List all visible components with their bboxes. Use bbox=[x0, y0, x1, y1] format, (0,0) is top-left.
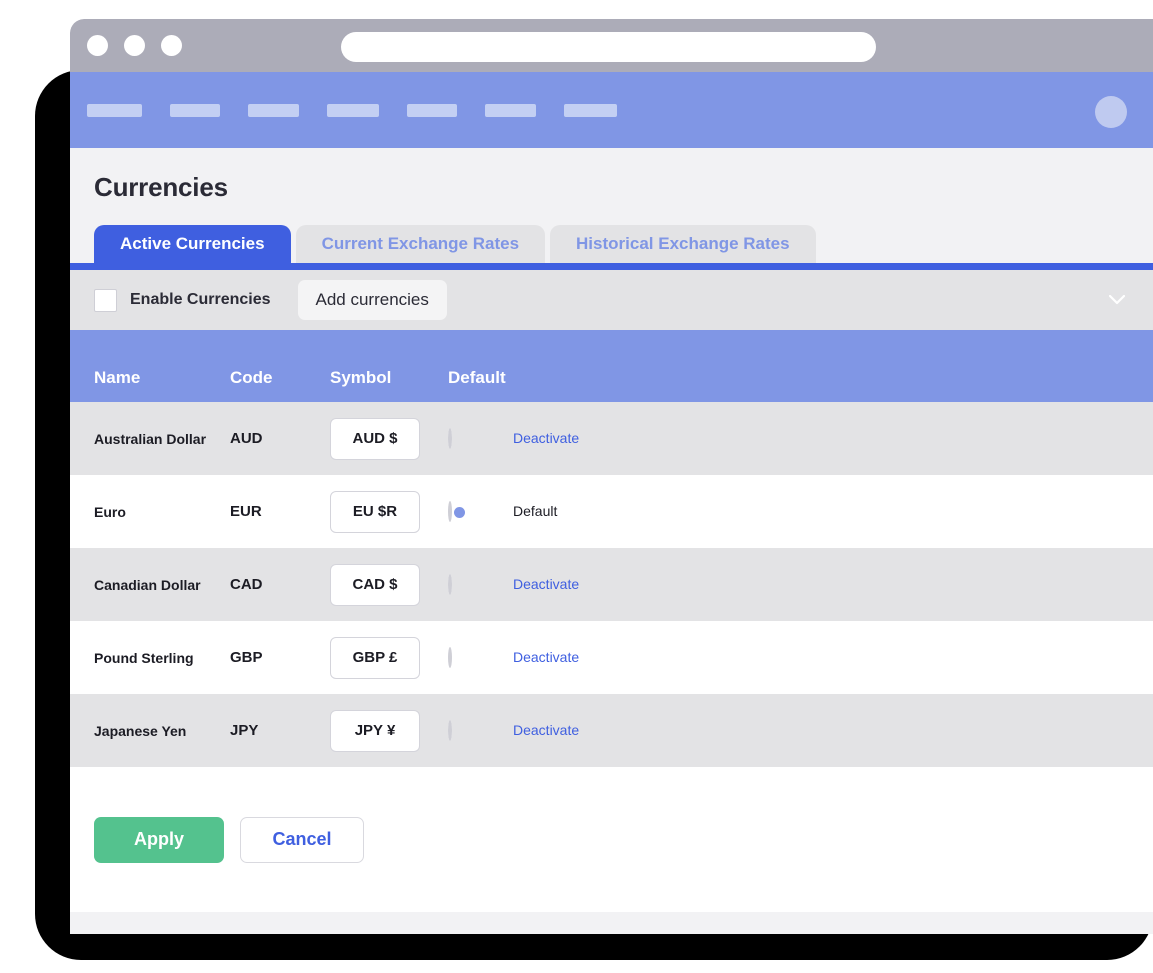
deactivate-link[interactable]: Deactivate bbox=[513, 430, 579, 446]
browser-chrome-bar bbox=[70, 19, 1153, 72]
close-dot-icon[interactable] bbox=[87, 35, 108, 56]
cell-symbol bbox=[330, 563, 448, 606]
cell-action: Deactivate bbox=[513, 722, 1153, 740]
browser-window: Currencies Active Currencies Current Exc… bbox=[70, 19, 1153, 934]
nav-item-placeholder-6[interactable] bbox=[485, 103, 536, 117]
window-controls bbox=[87, 19, 182, 72]
url-input[interactable] bbox=[341, 32, 876, 62]
footer-actions: Apply Cancel bbox=[70, 767, 1153, 912]
column-header-name: Name bbox=[94, 368, 141, 387]
symbol-input[interactable] bbox=[330, 417, 420, 460]
currencies-table: Name Code Symbol Default Australian Doll… bbox=[70, 330, 1153, 767]
nav-item-placeholder-2[interactable] bbox=[170, 103, 220, 117]
cell-code: JPY bbox=[230, 722, 259, 739]
cell-symbol bbox=[330, 490, 448, 533]
apply-button[interactable]: Apply bbox=[94, 816, 224, 863]
cell-action: Default bbox=[513, 503, 1153, 521]
cell-symbol bbox=[330, 417, 448, 460]
table-row: Japanese Yen JPY Deactivate bbox=[70, 694, 1153, 767]
cell-name: Euro bbox=[94, 503, 126, 520]
default-radio[interactable] bbox=[448, 719, 452, 741]
minimize-dot-icon[interactable] bbox=[124, 35, 145, 56]
cell-action: Deactivate bbox=[513, 576, 1153, 594]
table-header-row: Name Code Symbol Default bbox=[70, 330, 1153, 402]
nav-item-placeholder-1[interactable] bbox=[87, 103, 142, 117]
default-radio[interactable] bbox=[448, 573, 452, 595]
cell-code: CAD bbox=[230, 576, 263, 593]
nav-item-placeholder-5[interactable] bbox=[407, 103, 457, 117]
tab-label: Historical Exchange Rates bbox=[576, 234, 790, 253]
screenshot-stage: Currencies Active Currencies Current Exc… bbox=[0, 0, 1153, 973]
cell-symbol bbox=[330, 709, 448, 752]
table-row: Canadian Dollar CAD Deactivate bbox=[70, 548, 1153, 621]
table-row: Australian Dollar AUD Deactivate bbox=[70, 402, 1153, 475]
column-header-code: Code bbox=[230, 368, 273, 387]
avatar[interactable] bbox=[1095, 96, 1127, 128]
cell-default bbox=[448, 719, 513, 741]
symbol-input[interactable] bbox=[330, 709, 420, 752]
table-row: Pound Sterling GBP Deactivate bbox=[70, 621, 1153, 694]
tab-current-exchange-rates[interactable]: Current Exchange Rates bbox=[295, 225, 546, 263]
toolbar: Enable Currencies Add currencies bbox=[70, 270, 1153, 330]
default-status-label: Default bbox=[513, 502, 558, 519]
default-radio-selected[interactable] bbox=[448, 500, 452, 522]
maximize-dot-icon[interactable] bbox=[161, 35, 182, 56]
cell-action: Deactivate bbox=[513, 649, 1153, 667]
nav-item-placeholder-7[interactable] bbox=[564, 103, 617, 117]
tab-label: Current Exchange Rates bbox=[321, 234, 520, 253]
deactivate-link[interactable]: Deactivate bbox=[513, 649, 579, 665]
cell-code: EUR bbox=[230, 503, 262, 520]
default-radio[interactable] bbox=[448, 646, 452, 668]
cell-code: GBP bbox=[230, 649, 263, 666]
cell-default bbox=[448, 500, 513, 522]
deactivate-link[interactable]: Deactivate bbox=[513, 722, 579, 738]
table-row: Euro EUR Default bbox=[70, 475, 1153, 548]
cell-name: Australian Dollar bbox=[94, 430, 207, 447]
page-content: Currencies Active Currencies Current Exc… bbox=[70, 148, 1153, 934]
page-title: Currencies bbox=[94, 172, 228, 202]
add-currencies-button[interactable]: Add currencies bbox=[297, 280, 447, 320]
cell-name: Japanese Yen bbox=[94, 722, 187, 739]
column-header-default: Default bbox=[448, 368, 506, 387]
tab-historical-exchange-rates[interactable]: Historical Exchange Rates bbox=[550, 225, 816, 263]
cell-action: Deactivate bbox=[513, 430, 1153, 448]
cancel-button[interactable]: Cancel bbox=[240, 816, 364, 863]
cell-default bbox=[448, 427, 513, 449]
tab-active-currencies[interactable]: Active Currencies bbox=[94, 225, 291, 263]
app-navbar bbox=[70, 72, 1153, 148]
symbol-input[interactable] bbox=[330, 490, 420, 533]
column-header-symbol: Symbol bbox=[330, 368, 392, 387]
cell-code: AUD bbox=[230, 430, 263, 447]
cell-default bbox=[448, 646, 513, 668]
nav-item-placeholder-3[interactable] bbox=[248, 103, 299, 117]
tab-underline bbox=[70, 263, 1153, 270]
tab-bar: Active Currencies Current Exchange Rates… bbox=[70, 225, 1153, 263]
symbol-input[interactable] bbox=[330, 563, 420, 606]
default-radio[interactable] bbox=[448, 427, 452, 449]
cell-symbol bbox=[330, 636, 448, 679]
cell-name: Pound Sterling bbox=[94, 649, 194, 666]
cell-default bbox=[448, 573, 513, 595]
tab-label: Active Currencies bbox=[120, 234, 265, 253]
cell-name: Canadian Dollar bbox=[94, 576, 201, 593]
enable-currencies-checkbox[interactable] bbox=[94, 288, 117, 312]
chevron-down-icon[interactable] bbox=[1108, 292, 1126, 305]
enable-currencies-label: Enable Currencies bbox=[130, 291, 271, 308]
nav-item-placeholder-4[interactable] bbox=[327, 103, 379, 117]
symbol-input[interactable] bbox=[330, 636, 420, 679]
deactivate-link[interactable]: Deactivate bbox=[513, 576, 579, 592]
